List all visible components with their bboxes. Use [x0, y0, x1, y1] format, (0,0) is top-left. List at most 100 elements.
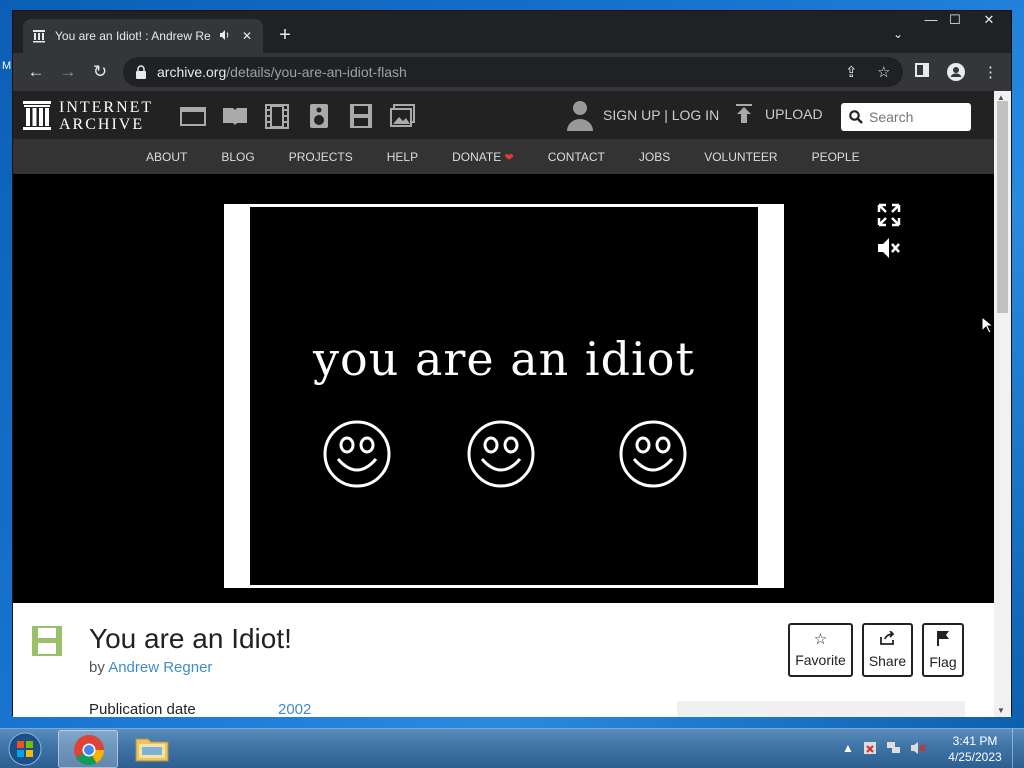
share-icon: [879, 630, 896, 649]
nav-blog[interactable]: BLOG: [221, 150, 254, 164]
upload-label: UPLOAD: [765, 106, 823, 122]
nav-projects[interactable]: PROJECTS: [289, 150, 353, 164]
heart-icon: ❤: [504, 151, 514, 164]
search-icon: [849, 110, 863, 124]
nav-about[interactable]: ABOUT: [146, 150, 187, 164]
browser-toolbar: ← → ↻ archive.org/details/you-are-an-idi…: [13, 53, 1011, 91]
profile-avatar-icon[interactable]: [947, 63, 965, 85]
user-icon: [567, 101, 593, 131]
share-button[interactable]: Share: [862, 623, 913, 677]
back-arrow-icon[interactable]: ←: [25, 61, 47, 83]
show-desktop-button[interactable]: [1012, 729, 1024, 768]
account-link[interactable]: SIGN UP | LOG IN: [565, 99, 719, 131]
search-box[interactable]: [841, 103, 971, 131]
mouse-cursor-icon: [981, 316, 993, 334]
nav-jobs[interactable]: JOBS: [639, 150, 670, 164]
ia-logo[interactable]: INTERNET ARCHIVE: [23, 99, 153, 133]
mute-icon[interactable]: [877, 237, 901, 259]
nav-donate-label: DONATE: [452, 149, 502, 164]
scroll-thumb[interactable]: [997, 101, 1008, 313]
system-tray: ▲: [842, 741, 926, 755]
browser-menu-icon[interactable]: ⋮: [983, 63, 998, 81]
browser-window: You are an Idiot! : Andrew Re ✕ + ⌄ — ☐ …: [12, 10, 1012, 717]
item-title: You are an Idiot!: [89, 623, 292, 654]
chrome-icon: [74, 735, 105, 766]
bookmark-star-icon[interactable]: ☆: [877, 63, 890, 81]
taskbar-chrome[interactable]: [58, 730, 118, 768]
upload-link[interactable]: UPLOAD: [735, 104, 823, 124]
by-prefix: by: [89, 659, 105, 676]
tab-strip: You are an Idiot! : Andrew Re ✕ + ⌄ — ☐ …: [13, 11, 1011, 53]
clock-date: 4/25/2023: [948, 750, 1002, 764]
author-link[interactable]: Andrew Regner: [108, 659, 212, 676]
archive-favicon-icon: [31, 28, 47, 44]
flash-player[interactable]: you are an idiot: [224, 204, 784, 588]
clock-time: 3:41 PM: [952, 734, 998, 748]
web-icon[interactable]: [179, 103, 207, 129]
publication-date-label: Publication date: [89, 701, 196, 717]
ia-nav-bar: ABOUT BLOG PROJECTS HELP DONATE ❤ CONTAC…: [13, 139, 995, 174]
forward-arrow-icon[interactable]: →: [57, 61, 79, 83]
folder-icon: [135, 738, 169, 762]
nav-contact[interactable]: CONTACT: [548, 150, 605, 164]
images-icon[interactable]: [389, 103, 417, 129]
software-floppy-icon: [32, 626, 62, 656]
show-hidden-icons[interactable]: ▲: [842, 741, 854, 755]
fullscreen-icon[interactable]: [877, 203, 901, 227]
url-path: /details/you-are-an-idiot-flash: [226, 64, 407, 80]
page-scrollbar[interactable]: ▲ ▼: [994, 91, 1011, 717]
new-tab-button[interactable]: +: [275, 25, 295, 45]
taskbar: ▲ 3:41 PM 4/25/2023: [0, 728, 1024, 768]
share-page-icon[interactable]: ⇪: [845, 63, 858, 81]
flag-button[interactable]: Flag: [922, 623, 964, 677]
close-window-button[interactable]: ✕: [975, 11, 1003, 31]
lock-icon: [135, 65, 149, 79]
audio-speaker-icon[interactable]: [305, 103, 333, 129]
url-host: archive.org: [157, 64, 227, 80]
start-button-icon[interactable]: [6, 731, 44, 767]
item-byline: by Andrew Regner: [89, 659, 212, 676]
software-floppy-icon[interactable]: [347, 103, 375, 129]
upload-arrow-icon: [736, 104, 752, 123]
favorite-button[interactable]: ☆ Favorite: [788, 623, 853, 677]
close-icon[interactable]: ✕: [239, 29, 255, 43]
network-icon[interactable]: [886, 741, 902, 755]
browser-tab[interactable]: You are an Idiot! : Andrew Re ✕: [23, 19, 263, 53]
share-label: Share: [868, 653, 907, 669]
signup-login-link[interactable]: SIGN UP | LOG IN: [603, 107, 719, 123]
ia-header: INTERNET ARCHIVE SIGN UP | LOG IN UPLOAD: [13, 91, 995, 139]
video-icon[interactable]: [263, 103, 291, 129]
reload-icon[interactable]: ↻: [89, 61, 111, 83]
nav-help[interactable]: HELP: [387, 150, 418, 164]
smiley-face-icon: [619, 420, 687, 488]
taskbar-explorer[interactable]: [122, 730, 182, 768]
texts-icon[interactable]: [221, 103, 249, 129]
nav-people[interactable]: PEOPLE: [812, 150, 860, 164]
chevron-down-icon[interactable]: ⌄: [893, 27, 903, 41]
nav-donate[interactable]: DONATE ❤: [452, 150, 514, 164]
logo-line-2: ARCHIVE: [59, 116, 145, 133]
star-icon: ☆: [813, 631, 828, 648]
publication-date-value[interactable]: 2002: [278, 701, 311, 717]
search-input[interactable]: [869, 109, 959, 125]
action-center-icon[interactable]: [862, 741, 878, 755]
smiley-face-icon: [467, 420, 535, 488]
metadata-panel: [677, 701, 965, 717]
speaker-icon[interactable]: [217, 29, 233, 44]
side-panel-icon[interactable]: [915, 63, 929, 81]
page-viewport: INTERNET ARCHIVE SIGN UP | LOG IN UPLOAD: [13, 91, 995, 717]
media-type-icons: [179, 103, 417, 129]
scroll-down-icon[interactable]: ▼: [997, 706, 1005, 715]
player-screen[interactable]: you are an idiot: [250, 207, 758, 585]
flag-icon: [936, 630, 950, 650]
player-text: you are an idiot: [313, 332, 695, 386]
maximize-button[interactable]: ☐: [941, 11, 969, 31]
nav-volunteer[interactable]: VOLUNTEER: [704, 150, 777, 164]
taskbar-clock[interactable]: 3:41 PM 4/25/2023: [942, 733, 1008, 765]
desktop-edge-text: M: [2, 60, 12, 72]
logo-line-1: INTERNET: [59, 99, 154, 116]
volume-muted-icon[interactable]: [910, 741, 926, 755]
flag-label: Flag: [929, 654, 957, 670]
address-bar[interactable]: archive.org/details/you-are-an-idiot-fla…: [123, 57, 903, 87]
item-details: You are an Idiot! by Andrew Regner Publi…: [13, 603, 995, 717]
